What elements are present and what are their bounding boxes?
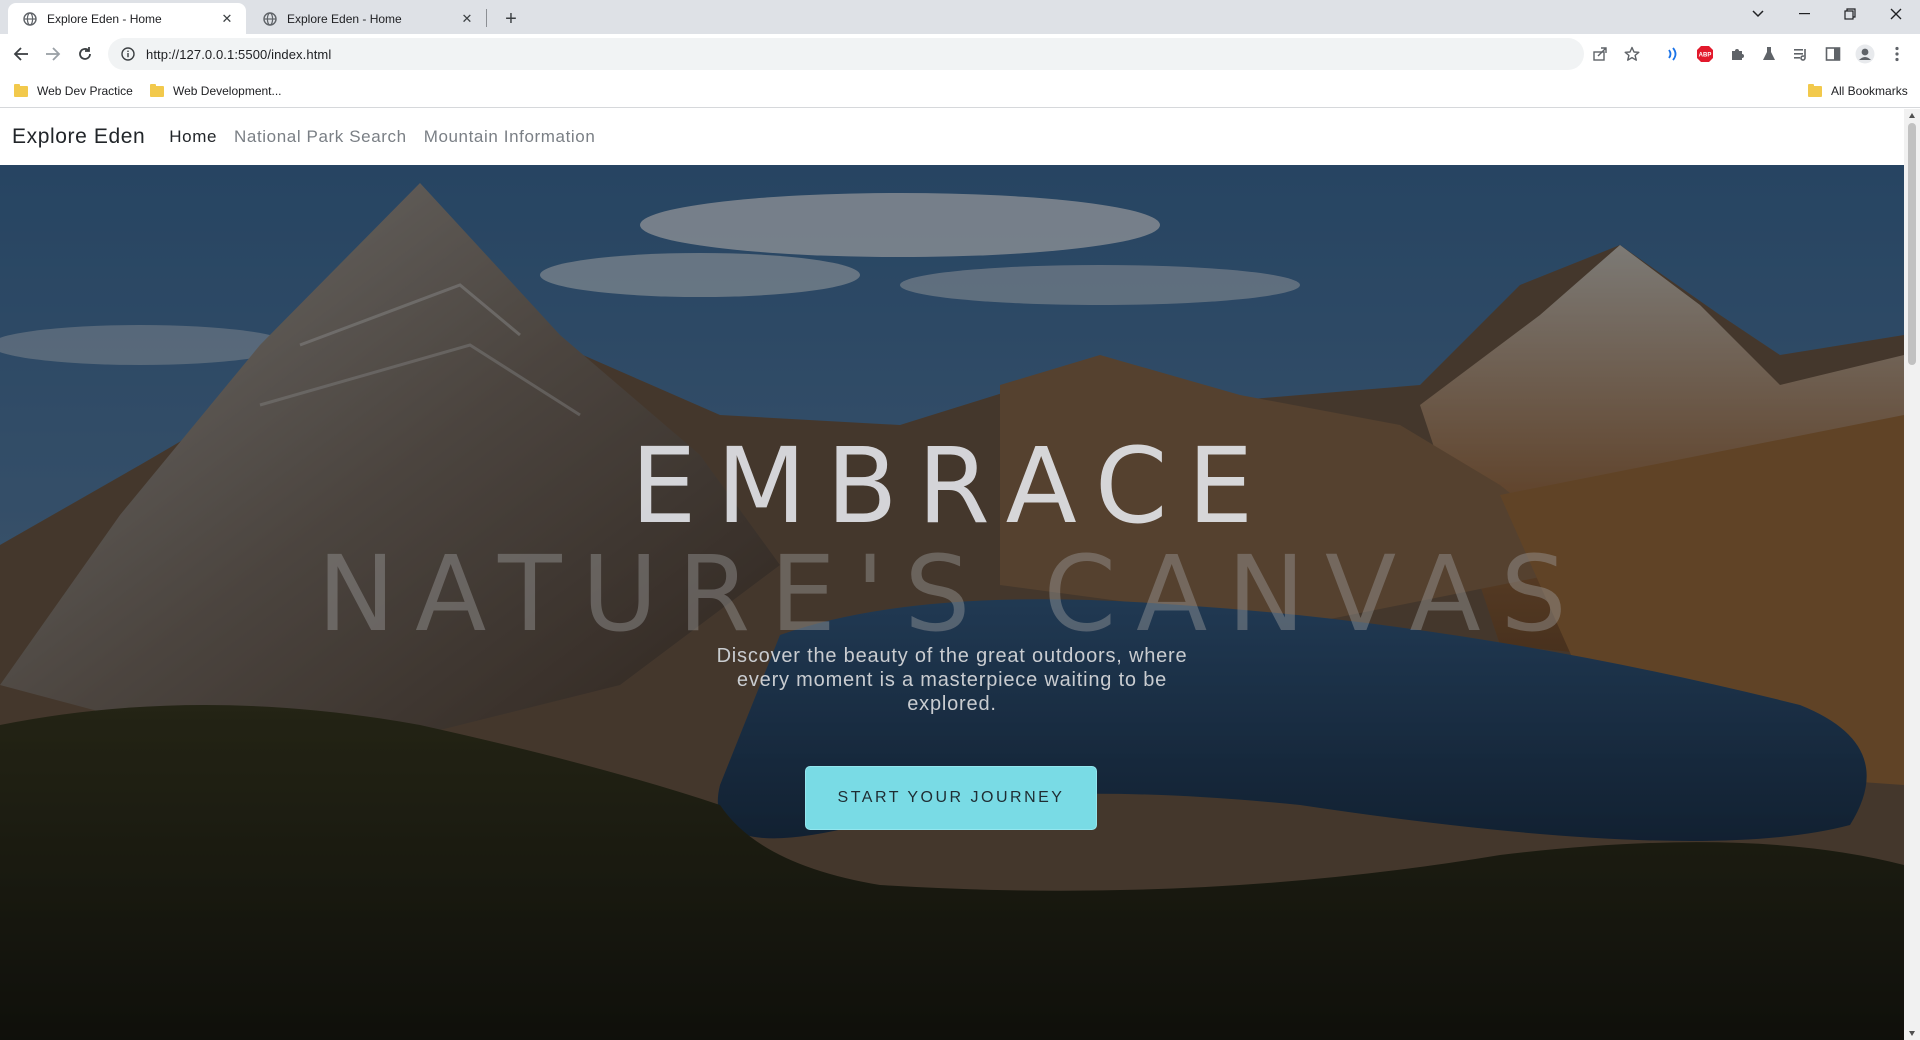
all-bookmarks-folder[interactable]: All Bookmarks bbox=[1808, 82, 1908, 100]
folder-icon bbox=[1808, 83, 1822, 97]
scrollbar-thumb[interactable] bbox=[1908, 123, 1916, 365]
tab-separator bbox=[486, 9, 487, 27]
reading-list-icon[interactable] bbox=[1788, 41, 1814, 67]
folder-icon bbox=[14, 83, 28, 97]
restore-icon[interactable] bbox=[1827, 0, 1873, 28]
hero-headline-line1: EMBRACE bbox=[630, 425, 1274, 547]
address-bar[interactable]: http://127.0.0.1:5500/index.html bbox=[108, 38, 1640, 70]
tab-strip: Explore Eden - Home ✕ Explore Eden - Hom… bbox=[0, 0, 1920, 34]
hero-headline-line2: NATURE'S CANVAS bbox=[317, 533, 1587, 655]
site-brand[interactable]: Explore Eden bbox=[12, 125, 145, 149]
browser-tab[interactable]: Explore Eden - Home ✕ bbox=[248, 3, 486, 34]
tab-title: Explore Eden - Home bbox=[47, 11, 162, 26]
folder-icon bbox=[150, 83, 164, 97]
hero-tagline: Discover the beauty of the great outdoor… bbox=[716, 645, 1188, 715]
tab-title: Explore Eden - Home bbox=[287, 11, 402, 26]
close-window-icon[interactable] bbox=[1873, 0, 1919, 28]
profile-avatar-icon[interactable] bbox=[1852, 41, 1878, 67]
share-icon[interactable] bbox=[1588, 42, 1612, 66]
globe-icon bbox=[22, 11, 38, 27]
bookmark-folder-web-dev-practice[interactable]: Web Dev Practice bbox=[14, 82, 133, 100]
url-text: http://127.0.0.1:5500/index.html bbox=[146, 46, 332, 62]
new-tab-plus-icon[interactable]: + bbox=[498, 6, 524, 32]
reload-icon[interactable] bbox=[71, 40, 99, 68]
page-viewport: Explore Eden Home National Park Search M… bbox=[0, 109, 1920, 1040]
bookmark-label: Web Dev Practice bbox=[37, 84, 133, 98]
nav-link-home[interactable]: Home bbox=[169, 127, 217, 147]
labs-flask-icon[interactable] bbox=[1756, 41, 1782, 67]
page-scrollbar[interactable] bbox=[1904, 109, 1920, 1040]
site-navbar: Explore Eden Home National Park Search M… bbox=[0, 109, 1904, 165]
browser-toolbar: http://127.0.0.1:5500/index.html ABP bbox=[0, 34, 1920, 74]
side-panel-icon[interactable] bbox=[1820, 41, 1846, 67]
site-info-icon[interactable] bbox=[120, 46, 136, 62]
extensions-puzzle-icon[interactable] bbox=[1724, 41, 1750, 67]
back-arrow-icon[interactable] bbox=[7, 40, 35, 68]
speechify-icon[interactable] bbox=[1660, 41, 1686, 67]
kebab-menu-icon[interactable] bbox=[1884, 41, 1910, 67]
globe-icon bbox=[262, 11, 278, 27]
bookmark-star-icon[interactable] bbox=[1620, 42, 1644, 66]
scroll-down-arrow-icon[interactable] bbox=[1908, 1029, 1916, 1037]
tab-search-chevron-icon[interactable] bbox=[1735, 0, 1781, 28]
all-bookmarks-label: All Bookmarks bbox=[1831, 84, 1908, 98]
nav-link-national-park-search[interactable]: National Park Search bbox=[234, 127, 407, 147]
forward-arrow-icon[interactable] bbox=[39, 40, 67, 68]
minimize-icon[interactable] bbox=[1781, 0, 1827, 28]
start-your-journey-button[interactable]: START YOUR JOURNEY bbox=[805, 766, 1097, 830]
svg-text:ABP: ABP bbox=[1699, 53, 1712, 59]
close-tab-icon[interactable]: ✕ bbox=[218, 10, 236, 28]
scroll-up-arrow-icon[interactable] bbox=[1908, 112, 1916, 120]
hero-section: EMBRACE NATURE'S CANVAS Discover the bea… bbox=[0, 165, 1904, 1040]
close-tab-icon[interactable]: ✕ bbox=[458, 10, 476, 28]
bookmark-folder-web-development[interactable]: Web Development... bbox=[150, 82, 282, 100]
nav-link-mountain-information[interactable]: Mountain Information bbox=[424, 127, 596, 147]
adblock-plus-icon[interactable]: ABP bbox=[1692, 41, 1718, 67]
bookmarks-bar: Web Dev Practice Web Development... All … bbox=[0, 74, 1920, 108]
bookmark-label: Web Development... bbox=[173, 84, 282, 98]
browser-tab-active[interactable]: Explore Eden - Home ✕ bbox=[8, 3, 246, 34]
